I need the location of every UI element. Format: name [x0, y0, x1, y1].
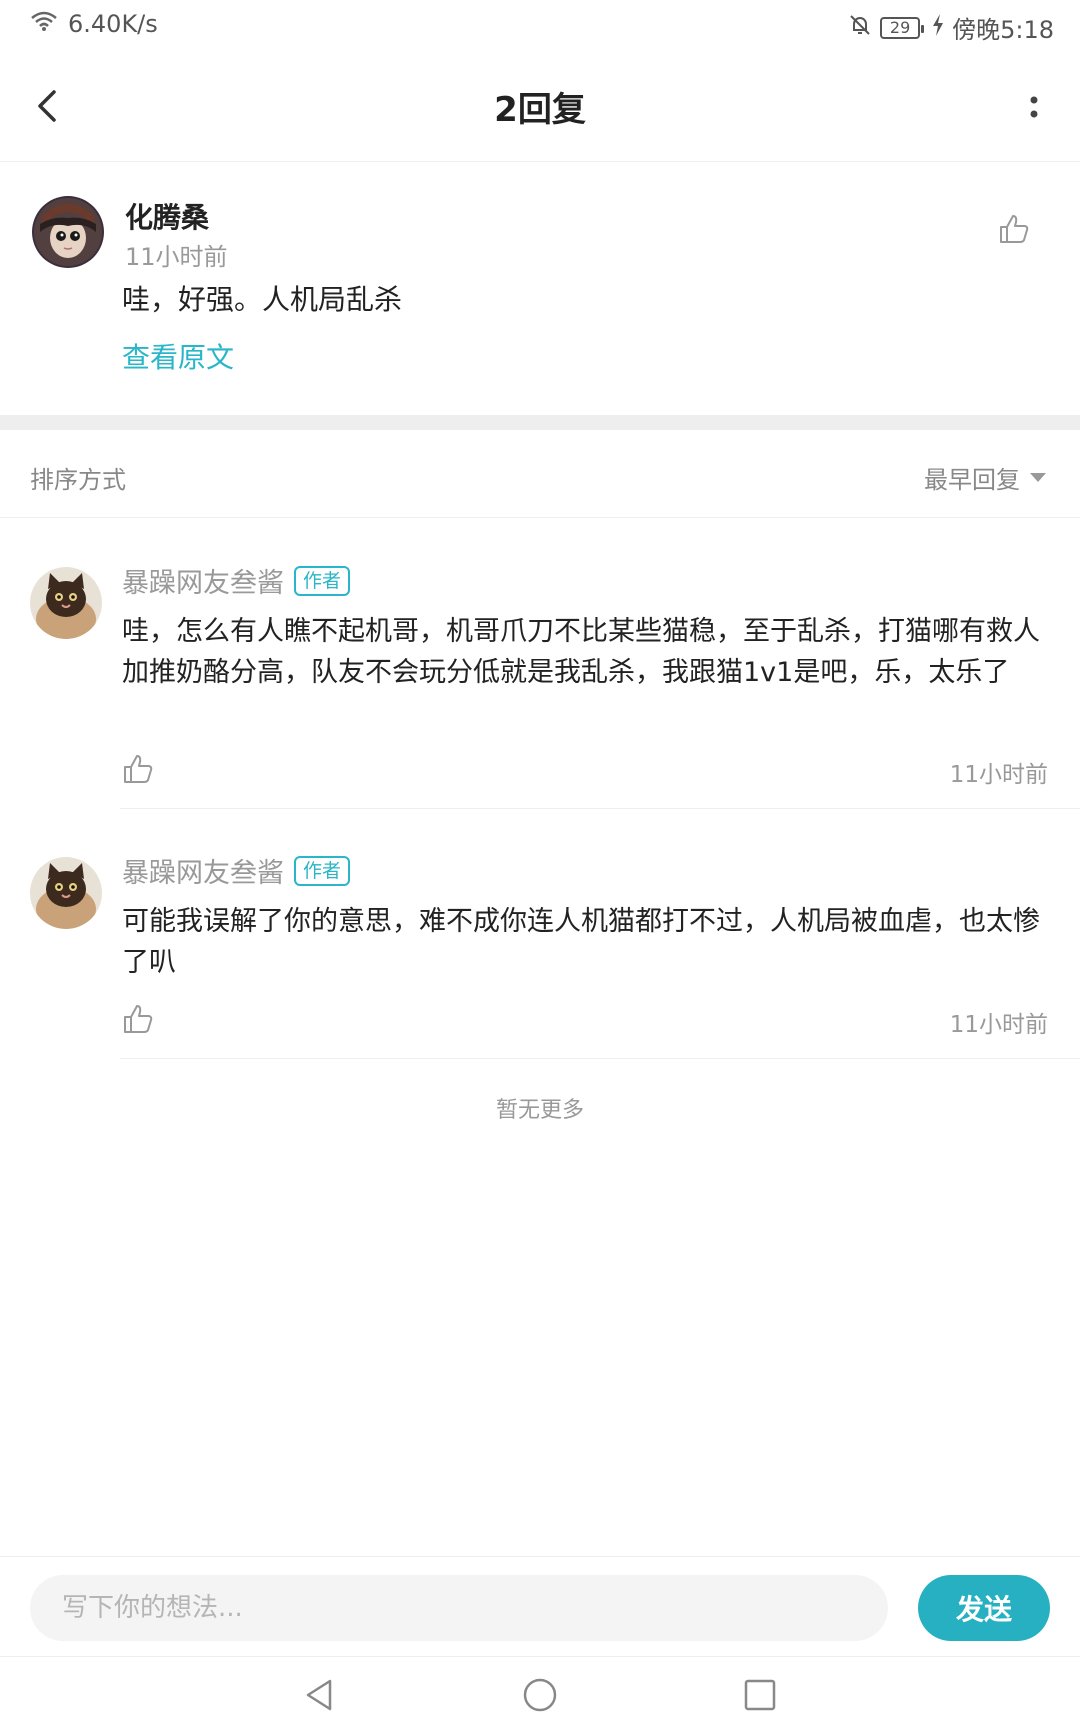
reply-like-button[interactable] [122, 753, 154, 785]
comment-input[interactable] [30, 1575, 888, 1641]
mute-bell-icon [848, 13, 872, 43]
wifi-icon [30, 10, 58, 38]
reply-time: 11小时前 [949, 1012, 1048, 1038]
thumbs-up-icon [124, 1005, 153, 1033]
post-time: 11小时前 [125, 243, 228, 271]
view-original-link[interactable]: 查看原文 [122, 336, 234, 376]
charging-icon [932, 13, 944, 42]
system-nav-bar [0, 1656, 1080, 1728]
nav-home-button[interactable] [520, 1675, 560, 1715]
page-title: 2回复 [494, 90, 586, 130]
reply-like-button[interactable] [122, 1003, 154, 1035]
more-vertical-icon [1030, 96, 1038, 118]
reply-item: 暴躁网友叁酱 作者 哇，怎么有人瞧不起机哥，机哥爪刀不比某些猫稳，至于乱杀，打猫… [0, 519, 1080, 809]
square-recents-icon [744, 1679, 776, 1711]
comment-text: 哇，好强。人机局乱杀 [122, 283, 403, 316]
avatar[interactable] [32, 196, 104, 268]
reply-text: 哇，怎么有人瞧不起机哥，机哥爪刀不比某些猫稳，至于乱杀，打猫哪有救人加推奶酪分高… [122, 616, 1040, 688]
status-left: 6.40K/s [30, 10, 158, 38]
avatar[interactable] [30, 857, 102, 929]
status-right: 29 傍晚5:18 [848, 10, 1054, 45]
sort-selected-value: 最早回复 [924, 466, 1020, 494]
battery-icon: 29 [880, 16, 925, 39]
sort-label: 排序方式 [30, 466, 126, 494]
reply-time: 11小时前 [949, 762, 1048, 788]
status-bar: 6.40K/s 29 傍晚5:18 [0, 0, 1080, 52]
caret-down-icon [1030, 473, 1046, 482]
nav-back-button[interactable] [300, 1675, 340, 1715]
no-more-text: 暂无更多 [495, 1098, 584, 1123]
like-button[interactable] [998, 213, 1030, 245]
author-name[interactable]: 化腾桑 [125, 196, 209, 236]
sort-row: 排序方式 最早回复 [0, 430, 1080, 518]
clock: 傍晚5:18 [952, 16, 1054, 44]
reply-item: 暴躁网友叁酱 作者 可能我误解了你的意思，难不成你连人机猫都打不过，人机局被血虐… [0, 809, 1080, 1059]
avatar[interactable] [30, 567, 102, 639]
send-button[interactable]: 发送 [918, 1575, 1050, 1641]
original-comment: 化腾桑 11小时前 哇，好强。人机局乱杀 查看原文 [0, 163, 1080, 415]
author-badge: 作者 [294, 855, 351, 886]
section-divider [0, 415, 1080, 430]
more-options-button[interactable] [1024, 88, 1044, 128]
battery-level: 29 [889, 18, 911, 37]
comment-input-bar: 发送 [0, 1556, 1080, 1656]
triangle-back-icon [306, 1679, 332, 1711]
reply-author-name[interactable]: 暴躁网友叁酱 [122, 851, 284, 890]
sort-dropdown[interactable]: 最早回复 [924, 460, 1046, 495]
reply-header: 暴躁网友叁酱 作者 [122, 851, 351, 890]
circle-home-icon [523, 1678, 557, 1712]
thumbs-up-icon [124, 755, 153, 783]
reply-divider [120, 1058, 1080, 1059]
top-bar: 2回复 [0, 52, 1080, 162]
nav-recents-button[interactable] [740, 1675, 780, 1715]
network-speed: 6.40K/s [68, 10, 158, 38]
thumbs-up-icon [1000, 215, 1029, 243]
author-badge: 作者 [294, 565, 351, 596]
reply-text: 可能我误解了你的意思，难不成你连人机猫都打不过，人机局被血虐，也太惨了叭 [122, 906, 1040, 978]
reply-author-name[interactable]: 暴躁网友叁酱 [122, 561, 284, 600]
reply-header: 暴躁网友叁酱 作者 [122, 561, 351, 600]
